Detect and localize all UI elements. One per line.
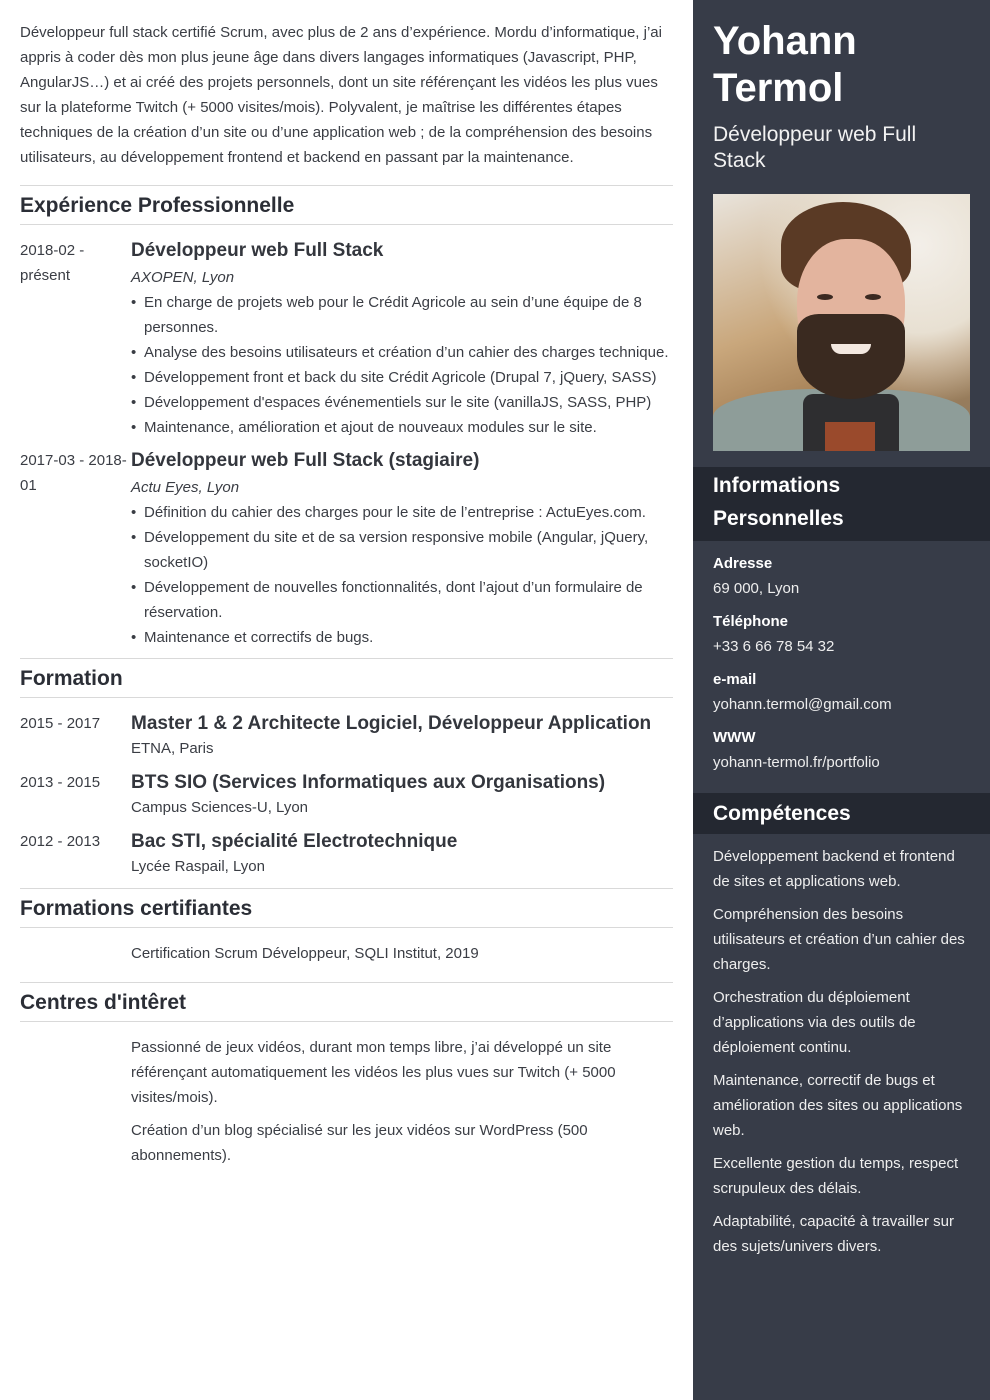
section-title-education: Formation (20, 658, 673, 698)
list-item: Définition du cahier des charges pour le… (131, 500, 673, 525)
skill-item: Compréhension des besoins utilisateurs e… (713, 906, 965, 973)
company: Actu Eyes, Lyon (131, 479, 240, 496)
education-entry: 2012 - 2013 Bac STI, spécialité Electrot… (20, 829, 673, 877)
entry-date: 2018-02 - présent (20, 242, 85, 284)
responsibilities-list: Définition du cahier des charges pour le… (131, 500, 673, 650)
entry-date: 2013 - 2015 (20, 774, 101, 791)
experience-entry: 2018-02 - présent Développeur web Full S… (20, 238, 673, 440)
interest-item: Création d’un blog spécialisé sur les je… (131, 1122, 588, 1164)
interest-item: Passionné de jeux vidéos, durant mon tem… (131, 1039, 616, 1106)
school: Lycée Raspail, Lyon (131, 858, 265, 875)
profile-photo (713, 194, 970, 451)
education-section: Formation 2015 - 2017 Master 1 & 2 Archi… (20, 658, 673, 877)
section-title-skills: Compétences (693, 793, 990, 834)
personal-info: Adresse 69 000, Lyon Téléphone +33 6 66 … (693, 541, 990, 793)
job-title: Développeur web Full Stack (131, 240, 384, 261)
section-title-personal-info: Informations Personnelles (693, 467, 990, 541)
list-item: Analyse des besoins utilisateurs et créa… (131, 340, 673, 365)
skill-item: Excellente gestion du temps, respect scr… (713, 1155, 959, 1197)
skill-item: Orchestration du déploiement d’applicati… (713, 989, 916, 1056)
photo-eye-shape (817, 294, 833, 300)
info-value-address: 69 000, Lyon (713, 580, 800, 597)
info-value-email[interactable]: yohann.termol@gmail.com (713, 694, 970, 715)
degree-title: Master 1 & 2 Architecte Logiciel, Dévelo… (131, 713, 652, 734)
skill-item: Développement backend et frontend de sit… (713, 848, 955, 890)
certifications-section: Formations certifiantes Certification Sc… (20, 888, 673, 966)
list-item: Développement du site et de sa version r… (131, 525, 673, 575)
section-title-experience: Expérience Professionnelle (20, 185, 673, 225)
entry-date: 2015 - 2017 (20, 715, 101, 732)
education-entry: 2013 - 2015 BTS SIO (Services Informatiq… (20, 770, 673, 818)
info-label-website: WWW (713, 729, 756, 746)
photo-sweater-shape (825, 422, 875, 451)
photo-eye-shape (865, 294, 881, 300)
entry-date: 2017-03 - 2018-01 (20, 452, 127, 494)
degree-title: Bac STI, spécialité Electrotechnique (131, 831, 458, 852)
photo-smile-shape (831, 344, 871, 354)
skills-list: Développement backend et frontend de sit… (693, 834, 990, 1259)
responsibilities-list: En charge de projets web pour le Crédit … (131, 290, 673, 440)
info-value-phone[interactable]: +33 6 66 78 54 32 (713, 636, 970, 657)
entry-date: 2012 - 2013 (20, 833, 101, 850)
skill-item: Maintenance, correctif de bugs et amélio… (713, 1072, 963, 1139)
photo-beard-shape (797, 314, 905, 399)
list-item: Maintenance et correctifs de bugs. (131, 625, 673, 650)
info-label-address: Adresse (713, 555, 773, 572)
info-label-phone: Téléphone (713, 613, 789, 630)
interests-section: Centres d'intêret Passionné de jeux vidé… (20, 982, 673, 1168)
candidate-job-title: Développeur web Full Stack (713, 123, 917, 172)
list-item: Développement d'espaces événementiels su… (131, 390, 673, 415)
list-item: Maintenance, amélioration et ajout de no… (131, 415, 673, 440)
info-label-email: e-mail (713, 671, 757, 688)
profile-summary: Développeur full stack certifié Scrum, a… (20, 24, 662, 166)
education-entry: 2015 - 2017 Master 1 & 2 Architecte Logi… (20, 711, 673, 759)
main-column: Développeur full stack certifié Scrum, a… (0, 0, 693, 1176)
section-title-certifications: Formations certifiantes (20, 888, 673, 928)
skill-item: Adaptabilité, capacité à travailler sur … (713, 1213, 954, 1255)
school: ETNA, Paris (131, 740, 214, 757)
experience-entry: 2017-03 - 2018-01 Développeur web Full S… (20, 448, 673, 650)
info-value-website[interactable]: yohann-termol.fr/portfolio (713, 752, 970, 773)
list-item: En charge de projets web pour le Crédit … (131, 290, 673, 340)
degree-title: BTS SIO (Services Informatiques aux Orga… (131, 772, 606, 793)
company: AXOPEN, Lyon (131, 269, 235, 286)
certification-item: Certification Scrum Développeur, SQLI In… (131, 945, 479, 962)
list-item: Développement de nouvelles fonctionnalit… (131, 575, 673, 625)
list-item: Développement front et back du site Créd… (131, 365, 673, 390)
sidebar: Yohann Termol Développeur web Full Stack… (693, 0, 990, 1400)
experience-section: Expérience Professionnelle 2018-02 - pré… (20, 185, 673, 650)
school: Campus Sciences-U, Lyon (131, 799, 309, 816)
section-title-interests: Centres d'intêret (20, 982, 673, 1022)
job-title: Développeur web Full Stack (stagiaire) (131, 450, 480, 471)
candidate-name: Yohann Termol (713, 19, 857, 110)
